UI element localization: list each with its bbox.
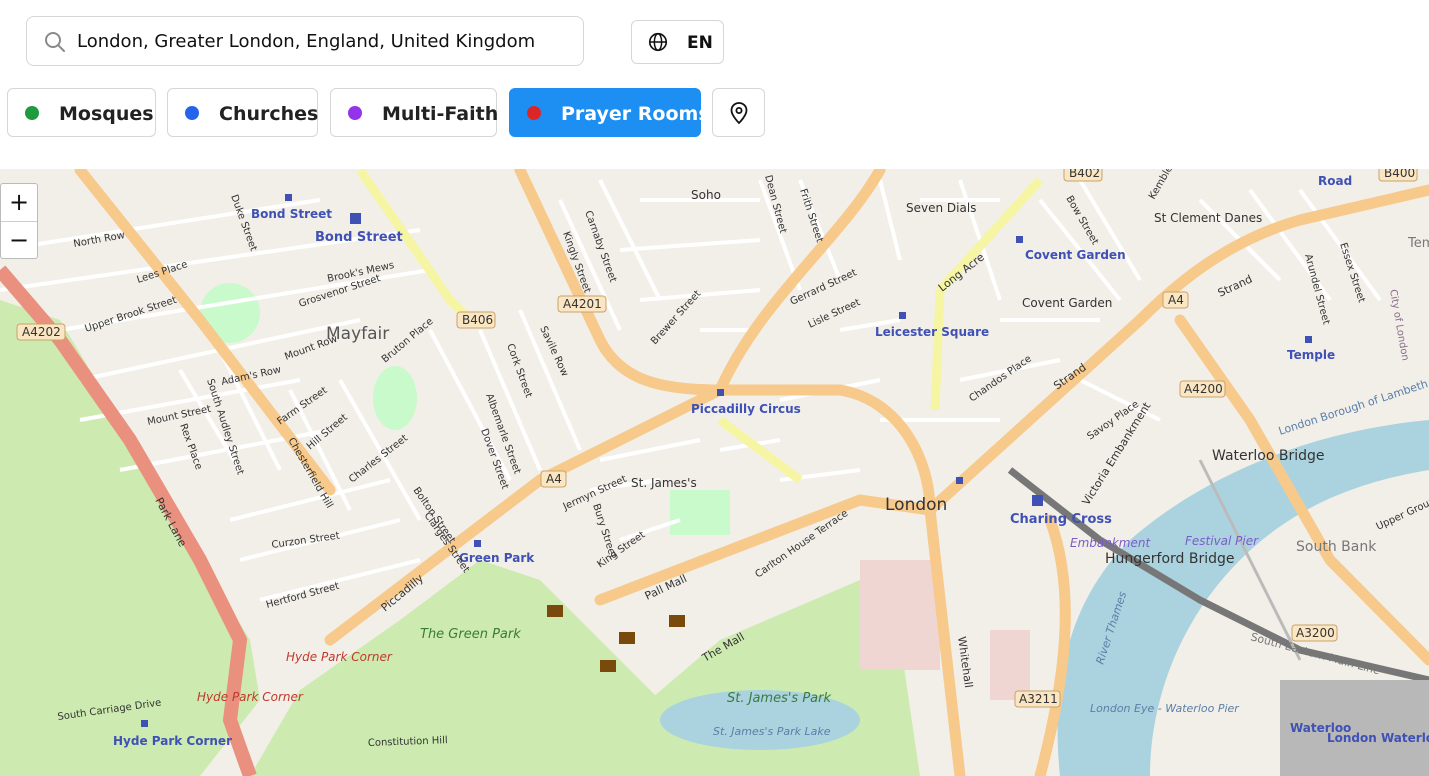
language-button[interactable]: EN (631, 20, 724, 64)
label-seven-dials: Seven Dials (906, 201, 976, 215)
search-box (26, 16, 584, 66)
label-london: London (885, 495, 947, 515)
zoom-controls: + − (0, 183, 38, 259)
filter-prayer-rooms-button[interactable]: Prayer Rooms (509, 88, 710, 137)
filter-multi-faith-button[interactable]: Multi-Faith (330, 88, 499, 137)
map-pin-icon (730, 102, 748, 124)
shield-a3211: A3211 (1019, 692, 1058, 706)
label-bond-street: Bond Street (251, 207, 332, 221)
label-embankment: Embankment (1070, 536, 1151, 550)
label-festival-pier: Festival Pier (1185, 534, 1259, 548)
shield-a3200: A3200 (1296, 626, 1335, 640)
globe-icon (648, 32, 668, 52)
label-hyde-park-corner-station: Hyde Park Corner (113, 734, 232, 748)
label-green-park: Green Park (459, 551, 535, 565)
label-covent-garden-station: Covent Garden (1025, 248, 1126, 262)
shield-a4201: A4201 (563, 297, 602, 311)
map-view[interactable]: B402 B400 A4202 B406 A4201 A4 A4 A4200 A… (0, 169, 1429, 776)
label-hyde-park-corner: Hyde Park Corner (197, 690, 304, 704)
label-st-clement-danes: St Clement Danes (1154, 211, 1262, 225)
label-soho: Soho (691, 188, 721, 202)
label-london-eye-pier: London Eye - Waterloo Pier (1090, 702, 1240, 715)
label-south-bank: South Bank (1296, 539, 1377, 555)
shield-a4: A4 (546, 472, 562, 486)
shield-b402: B402 (1069, 169, 1100, 180)
shield-b406: B406 (462, 313, 493, 327)
filter-label: Prayer Rooms (561, 103, 710, 125)
language-label: EN (687, 33, 713, 53)
label-piccadilly-circus: Piccadilly Circus (691, 402, 801, 416)
label-london-waterloo: London Waterloo (1327, 731, 1429, 745)
prayer-rooms-dot-icon (527, 106, 541, 120)
label-leicester-square: Leicester Square (875, 325, 989, 339)
whitehall-building (990, 630, 1030, 700)
search-icon (45, 32, 65, 52)
map-canvas[interactable]: B402 B400 A4202 B406 A4201 A4 A4 A4200 A… (0, 169, 1429, 776)
zoom-in-button[interactable]: + (1, 184, 37, 222)
berkeley-square (373, 366, 417, 430)
label-road: Road (1318, 174, 1352, 188)
churches-dot-icon (185, 106, 199, 120)
mosques-dot-icon (25, 106, 39, 120)
shield-a4200: A4200 (1184, 382, 1223, 396)
label-st-james-park-lake: St. James's Park Lake (713, 725, 831, 738)
label-hungerford-bridge: Hungerford Bridge (1105, 551, 1235, 567)
horse-guards-area (860, 560, 940, 670)
label-covent-garden: Covent Garden (1022, 296, 1112, 310)
filter-label: Multi-Faith (382, 103, 499, 125)
label-hyde-park-corner: Hyde Park Corner (286, 650, 393, 664)
label-the-green-park: The Green Park (420, 627, 521, 642)
filter-label: Churches (219, 103, 319, 125)
multi-faith-dot-icon (348, 106, 362, 120)
label-waterloo-bridge: Waterloo Bridge (1212, 448, 1325, 464)
label-charing-cross: Charing Cross (1010, 512, 1112, 527)
label-st-james-park: St. James's Park (727, 691, 831, 706)
label-st-james: St. James's (631, 476, 697, 490)
zoom-out-button[interactable]: − (1, 222, 37, 259)
label-bond-street: Bond Street (315, 230, 403, 245)
shield-a4: A4 (1168, 293, 1184, 307)
shield-a4202: A4202 (22, 325, 61, 339)
filter-label: Mosques (59, 103, 154, 125)
label-temple: Temple (1287, 348, 1335, 362)
search-input[interactable] (77, 18, 555, 64)
filter-churches-button[interactable]: Churches (167, 88, 318, 137)
label-tem: Tem (1407, 236, 1429, 251)
st-james-square (670, 490, 730, 535)
shield-b400: B400 (1384, 169, 1415, 180)
locate-button[interactable] (712, 88, 765, 137)
filter-mosques-button[interactable]: Mosques (7, 88, 156, 137)
